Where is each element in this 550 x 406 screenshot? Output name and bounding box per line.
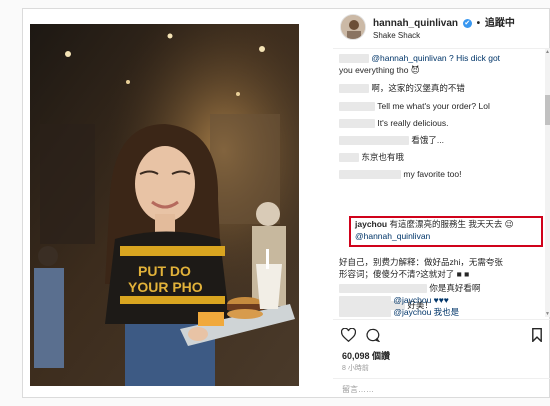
username-link[interactable]: hannah_quinlivan [373,18,458,29]
comment-line: Tell me what's your order? Lol [339,101,490,112]
comment-line: 形容词；傻傻分不清?这就对了 ■ ■ [339,269,469,280]
post-card: PUT DO YOUR PHO hannah_quinlivan ✔ • 追蹤中… [22,8,550,398]
add-comment-placeholder[interactable]: 留言…… [342,384,374,395]
scroll-up-icon[interactable]: ▲ [545,49,550,55]
comment-line: 你是真好看啊 [339,283,480,294]
blurred-username [339,136,409,146]
heart-icon[interactable] [340,327,357,347]
comment-line-highlight: jaychou 有這麼漂亮的服務生 我天天去 😉 [355,219,514,230]
likes-count[interactable]: 60,098 個讚 [342,349,390,362]
comment-line: 东京也有哦 [339,152,404,163]
comment-text: 东京也有哦 [361,152,404,162]
shirt-text-line1: PUT DO [138,263,191,279]
comment-text: 形容词；傻傻分不清?这就对了 ■ ■ [339,269,470,279]
comment-mention[interactable]: @hannah_quinlivan [355,231,430,241]
comment-text: @jaychou 我也是 [393,307,460,317]
bookmark-icon[interactable] [531,328,543,347]
blurred-username [339,170,401,180]
comments-scrollbar[interactable]: ▲ ▼ [545,49,550,317]
scroll-thumb[interactable] [545,95,550,125]
comment-line: 好自己，别费力解释：做好品zhi，无需夸张 [339,257,503,268]
scroll-down-icon[interactable]: ▼ [545,311,550,317]
avatar[interactable] [340,14,366,40]
comment-text: Tell me what's your order? Lol [377,101,490,111]
comment-line: you everything tho 😈 [339,65,420,76]
comment-text: 啊，这家的汉堡真的不错 [371,83,465,93]
blurred-username [339,84,369,94]
comment-line: @jaychou ♥♥♥ [339,295,449,306]
comment-line: @hannah_quinlivan [355,231,430,242]
photo-illustration: PUT DO YOUR PHO [30,24,299,386]
add-comment-box[interactable]: 留言…… [333,378,550,399]
comment-line: It's really delicious. [339,118,448,129]
comment-icon[interactable] [365,328,381,347]
post-actions [333,319,550,347]
comment-line: my favorite too! [339,169,461,180]
separator-dot: • [476,18,481,29]
blurred-username [339,119,375,129]
blurred-username [339,284,427,294]
blurred-username [339,296,391,306]
post-side-panel: hannah_quinlivan ✔ • 追蹤中 Shake Shack @ha… [333,9,550,399]
verified-badge-icon: ✔ [462,18,472,28]
post-photo[interactable]: PUT DO YOUR PHO [30,24,299,386]
comment-text[interactable]: @hannah_quinlivan ? His dick got [371,53,500,63]
shirt-text-line2: YOUR PHO [128,279,203,295]
comment-text: It's really delicious. [377,118,449,128]
blurred-username [339,54,369,64]
follow-status-button[interactable]: 追蹤中 [485,18,515,29]
comment-text: 看饿了... [411,135,444,145]
comment-text: @jaychou ♥♥♥ [393,295,449,305]
header-user-line: hannah_quinlivan ✔ • 追蹤中 [373,14,515,29]
comment-line: 啊，这家的汉堡真的不错 [339,83,465,94]
comment-line: @jaychou 我也是 [339,307,459,318]
comment-text: 有這麼漂亮的服務生 我天天去 😉 [389,219,514,229]
blurred-username [339,308,391,318]
comments-list[interactable]: @hannah_quinlivan ? His dick got you eve… [333,49,543,319]
blurred-username [339,153,359,163]
comment-line: @hannah_quinlivan ? His dick got [339,53,500,64]
comment-text: 你是真好看啊 [429,283,481,293]
comment-text: you everything tho 😈 [339,65,420,75]
post-header: hannah_quinlivan ✔ • 追蹤中 Shake Shack [333,9,550,49]
avatar-image [341,15,365,39]
comment-author-jaychou[interactable]: jaychou [355,219,387,229]
location-link[interactable]: Shake Shack [373,31,420,40]
post-timestamp: 8 小時前 [342,365,369,372]
comment-line: 看饿了... [339,135,444,146]
comment-text: my favorite too! [403,169,462,179]
comment-text: 好自己，别费力解释：做好品zhi，无需夸张 [339,257,503,267]
blurred-username [339,102,375,112]
